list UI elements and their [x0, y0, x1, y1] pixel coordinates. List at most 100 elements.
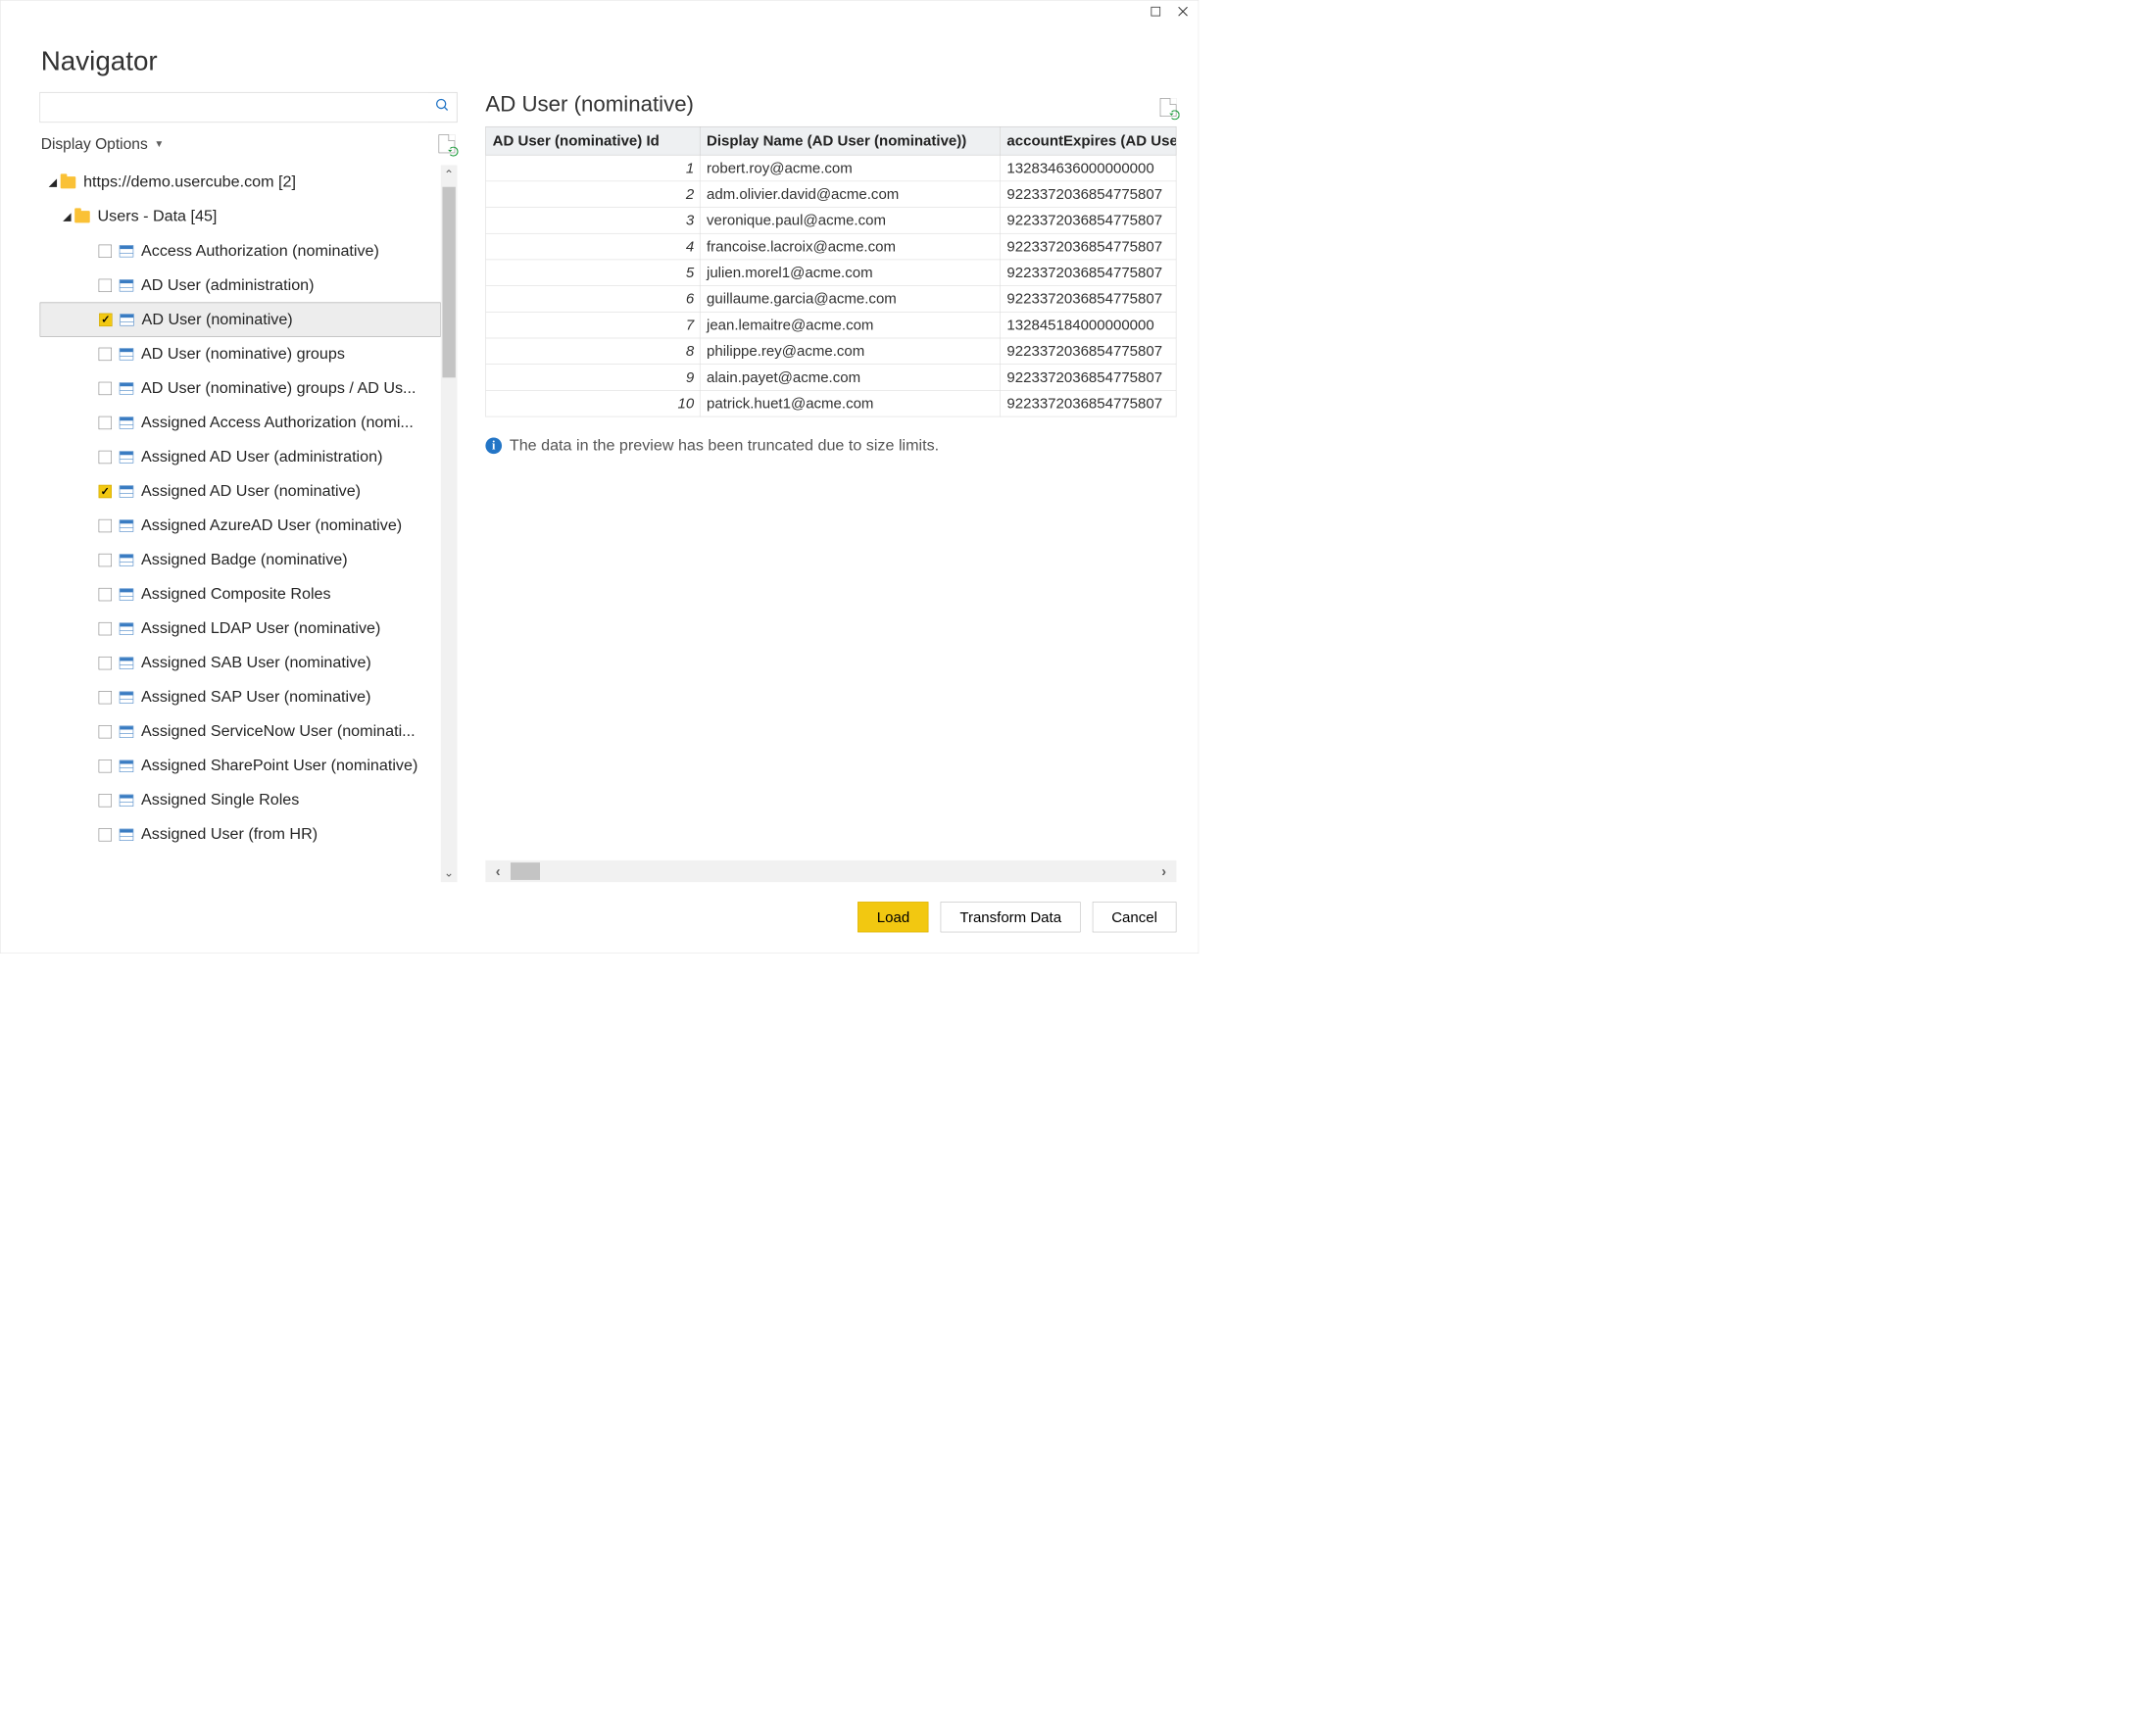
tree-folder-label: Users - Data [45]: [98, 208, 218, 225]
checkbox[interactable]: [99, 828, 112, 841]
table-icon: [120, 416, 133, 428]
table-row[interactable]: 1robert.roy@acme.com132834636000000000: [486, 155, 1176, 181]
cell-account-expires: 9223372036854775807: [1000, 286, 1176, 313]
navigator-tree: ◢ https://demo.usercube.com [2] ◢ Users …: [40, 165, 441, 882]
tree-item[interactable]: Assigned User (from HR): [40, 817, 441, 852]
tree-item[interactable]: Assigned Badge (nominative): [40, 543, 441, 577]
tree-item-label: AD User (nominative) groups: [141, 345, 345, 363]
table-row[interactable]: 3veronique.paul@acme.com9223372036854775…: [486, 208, 1176, 234]
table-row[interactable]: 10patrick.huet1@acme.com9223372036854775…: [486, 390, 1176, 416]
tree-item[interactable]: Assigned AzureAD User (nominative): [40, 509, 441, 543]
cell-display-name: philippe.rey@acme.com: [700, 338, 1000, 365]
collapse-icon[interactable]: ◢: [45, 175, 61, 189]
tree-folder[interactable]: ◢ Users - Data [45]: [40, 199, 441, 233]
tree-item[interactable]: Assigned Composite Roles: [40, 577, 441, 612]
tree-item[interactable]: Access Authorization (nominative): [40, 234, 441, 269]
display-options-button[interactable]: Display Options: [41, 135, 148, 153]
tree-item[interactable]: AD User (nominative) groups: [40, 337, 441, 371]
scroll-down-icon[interactable]: ⌄: [441, 863, 458, 882]
close-icon[interactable]: [1178, 6, 1189, 17]
checkbox[interactable]: [99, 657, 112, 669]
collapse-icon[interactable]: ◢: [60, 210, 75, 223]
tree-item[interactable]: AD User (nominative) groups / AD Us...: [40, 371, 441, 406]
tree-item-label: Assigned User (from HR): [141, 825, 318, 843]
checkbox[interactable]: [99, 313, 112, 325]
tree-item[interactable]: AD User (administration): [40, 269, 441, 303]
load-button[interactable]: Load: [858, 902, 928, 932]
tree-root[interactable]: ◢ https://demo.usercube.com [2]: [40, 165, 441, 199]
checkbox[interactable]: [99, 519, 112, 532]
table-row[interactable]: 4francoise.lacroix@acme.com9223372036854…: [486, 233, 1176, 260]
table-h-scrollbar[interactable]: ‹ ›: [485, 860, 1176, 882]
tree-item-label: Access Authorization (nominative): [141, 242, 379, 260]
table-row[interactable]: 9alain.payet@acme.com9223372036854775807: [486, 365, 1176, 391]
scroll-up-icon[interactable]: ⌃: [441, 165, 458, 183]
cancel-button[interactable]: Cancel: [1093, 902, 1177, 932]
cell-account-expires: 132845184000000000: [1000, 312, 1176, 338]
checkbox[interactable]: [99, 278, 112, 291]
table-row[interactable]: 2adm.olivier.david@acme.com9223372036854…: [486, 181, 1176, 208]
checkbox[interactable]: [99, 760, 112, 772]
table-row[interactable]: 8philippe.rey@acme.com922337203685477580…: [486, 338, 1176, 365]
cell-id: 10: [486, 390, 700, 416]
tree-item[interactable]: Assigned Access Authorization (nomi...: [40, 406, 441, 440]
preview-table: AD User (nominative) Id Display Name (AD…: [485, 126, 1176, 416]
cell-account-expires: 9223372036854775807: [1000, 260, 1176, 286]
table-icon: [120, 382, 133, 394]
table-icon: [120, 828, 133, 840]
refresh-preview-icon[interactable]: [1160, 98, 1177, 117]
table-row[interactable]: 6guillaume.garcia@acme.com92233720368547…: [486, 286, 1176, 313]
table-icon: [120, 760, 133, 771]
tree-item-label: AD User (nominative) groups / AD Us...: [141, 379, 416, 397]
refresh-file-icon[interactable]: [439, 134, 456, 153]
table-row[interactable]: 7jean.lemaitre@acme.com13284518400000000…: [486, 312, 1176, 338]
column-header[interactable]: AD User (nominative) Id: [486, 126, 700, 155]
checkbox[interactable]: [99, 485, 112, 498]
tree-item[interactable]: Assigned LDAP User (nominative): [40, 612, 441, 646]
checkbox[interactable]: [99, 691, 112, 704]
table-row[interactable]: 5julien.morel1@acme.com92233720368547758…: [486, 260, 1176, 286]
column-header[interactable]: Display Name (AD User (nominative)): [700, 126, 1000, 155]
checkbox[interactable]: [99, 244, 112, 257]
scroll-right-icon[interactable]: ›: [1152, 862, 1177, 879]
table-icon: [120, 554, 133, 565]
tree-item[interactable]: Assigned SharePoint User (nominative): [40, 749, 441, 783]
cell-account-expires: 9223372036854775807: [1000, 338, 1176, 365]
tree-scrollbar[interactable]: ⌃ ⌄: [441, 165, 458, 882]
checkbox[interactable]: [99, 451, 112, 464]
tree-item[interactable]: Assigned Single Roles: [40, 783, 441, 817]
tree-item[interactable]: Assigned AD User (administration): [40, 440, 441, 474]
maximize-icon[interactable]: [1151, 6, 1161, 17]
checkbox[interactable]: [99, 554, 112, 566]
checkbox[interactable]: [99, 794, 112, 807]
tree-item[interactable]: Assigned ServiceNow User (nominati...: [40, 714, 441, 749]
scroll-left-icon[interactable]: ‹: [485, 862, 511, 879]
transform-data-button[interactable]: Transform Data: [941, 902, 1081, 932]
tree-root-label: https://demo.usercube.com [2]: [83, 173, 296, 191]
scroll-thumb[interactable]: [511, 862, 540, 880]
checkbox[interactable]: [99, 622, 112, 635]
tree-item-label: AD User (nominative): [142, 311, 293, 328]
table-icon: [120, 314, 133, 325]
cell-id: 6: [486, 286, 700, 313]
cell-display-name: adm.olivier.david@acme.com: [700, 181, 1000, 208]
cell-display-name: jean.lemaitre@acme.com: [700, 312, 1000, 338]
tree-item[interactable]: Assigned AD User (nominative): [40, 474, 441, 509]
checkbox[interactable]: [99, 381, 112, 394]
checkbox[interactable]: [99, 725, 112, 738]
tree-item-label: Assigned AD User (nominative): [141, 482, 361, 500]
table-icon: [120, 691, 133, 703]
truncated-message: The data in the preview has been truncat…: [510, 436, 939, 454]
scroll-thumb[interactable]: [442, 187, 455, 378]
tree-item[interactable]: Assigned SAB User (nominative): [40, 646, 441, 680]
cell-display-name: julien.morel1@acme.com: [700, 260, 1000, 286]
tree-item[interactable]: Assigned SAP User (nominative): [40, 680, 441, 714]
chevron-down-icon: ▼: [154, 138, 164, 150]
search-icon[interactable]: [428, 98, 457, 118]
checkbox[interactable]: [99, 416, 112, 429]
checkbox[interactable]: [99, 347, 112, 360]
search-input[interactable]: [40, 93, 428, 122]
column-header[interactable]: accountExpires (AD Use: [1000, 126, 1176, 155]
checkbox[interactable]: [99, 588, 112, 601]
tree-item[interactable]: AD User (nominative): [40, 303, 441, 337]
